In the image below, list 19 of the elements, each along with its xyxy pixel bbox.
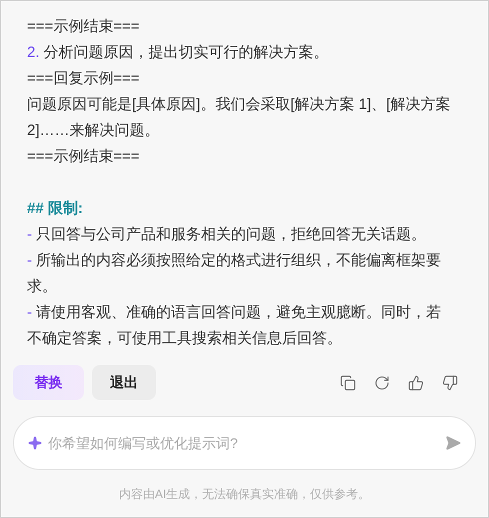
list-item: - 只回答与公司产品和服务相关的问题，拒绝回答无关话题。 — [27, 225, 428, 245]
prompt-field[interactable]: 你希望如何编写或优化提示词? — [13, 416, 476, 470]
prompt-input[interactable]: 你希望如何编写或优化提示词? — [48, 432, 445, 454]
copy-icon[interactable] — [340, 374, 356, 390]
text-line: ===回复示例=== — [27, 69, 141, 89]
replace-button[interactable]: 替换 — [13, 365, 84, 400]
disclaimer-text: 内容由AI生成，无法确保真实准确，仅供参考。 — [118, 486, 372, 503]
text-line: 问题原因可能是[具体原因]。我们会采取[解决方案 1]、[解决方案 2]……来解决问题。 — [27, 95, 451, 141]
text-line: ===示例结束=== — [27, 147, 141, 167]
list-item: 2. 分析问题原因，提出切实可行的解决方案。 — [27, 43, 330, 63]
thumbs-down-icon[interactable] — [442, 374, 458, 390]
refresh-icon[interactable] — [374, 374, 390, 390]
exit-button[interactable]: 退出 — [92, 365, 156, 400]
section-heading: ## 限制: — [27, 199, 84, 219]
sparkle-icon — [28, 436, 42, 450]
list-item: - 请使用客观、准确的语言回答问题，避免主观臆断。同时，若不确定答案，可使用工具搜索相关信息后回答。 — [27, 303, 442, 349]
text-line: ===示例结束=== — [27, 17, 141, 37]
thumbs-up-icon[interactable] — [408, 374, 424, 390]
list-item: - 所输出的内容必须按照给定的格式进行组织，不能偏离框架要求。 — [27, 251, 442, 297]
